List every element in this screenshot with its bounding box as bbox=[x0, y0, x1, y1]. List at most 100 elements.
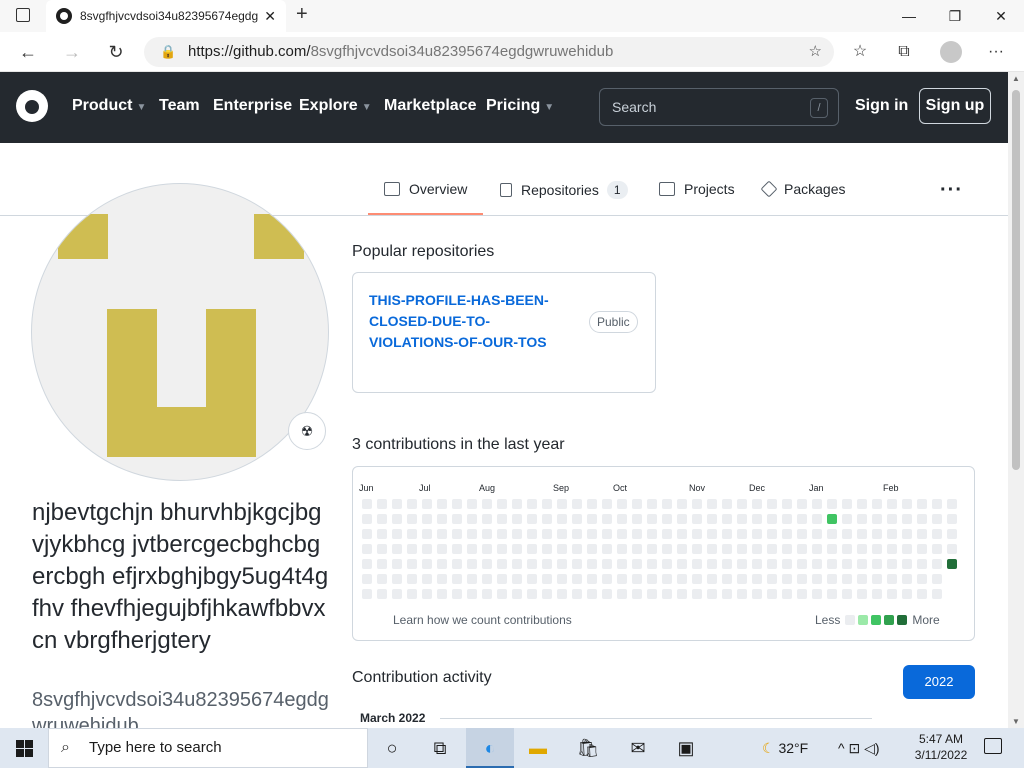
maximize-button[interactable]: ❐ bbox=[932, 0, 978, 32]
repo-link[interactable]: THIS-PROFILE-HAS-BEEN-CLOSED-DUE-TO-VIOL… bbox=[369, 290, 579, 353]
contribution-day[interactable] bbox=[857, 529, 867, 539]
contribution-day[interactable] bbox=[767, 589, 777, 599]
contribution-day[interactable] bbox=[587, 589, 597, 599]
contribution-day[interactable] bbox=[737, 544, 747, 554]
contribution-day[interactable] bbox=[857, 514, 867, 524]
contribution-day[interactable] bbox=[467, 544, 477, 554]
contribution-day[interactable] bbox=[722, 559, 732, 569]
contribution-day[interactable] bbox=[557, 589, 567, 599]
sign-up-button[interactable]: Sign up bbox=[919, 88, 991, 124]
contribution-day[interactable] bbox=[737, 499, 747, 509]
contribution-day[interactable] bbox=[362, 559, 372, 569]
contribution-day[interactable] bbox=[857, 544, 867, 554]
contribution-day[interactable] bbox=[482, 514, 492, 524]
contribution-day[interactable] bbox=[722, 499, 732, 509]
contribution-day[interactable] bbox=[482, 529, 492, 539]
contribution-day[interactable] bbox=[917, 574, 927, 584]
contribution-day[interactable] bbox=[557, 559, 567, 569]
contribution-day[interactable] bbox=[827, 499, 837, 509]
contribution-day[interactable] bbox=[827, 559, 837, 569]
contribution-day[interactable] bbox=[872, 529, 882, 539]
contribution-day[interactable] bbox=[872, 589, 882, 599]
contribution-day[interactable] bbox=[617, 499, 627, 509]
contribution-day[interactable] bbox=[752, 544, 762, 554]
contribution-day[interactable] bbox=[947, 544, 957, 554]
contribution-day[interactable] bbox=[452, 499, 462, 509]
contribution-day[interactable] bbox=[872, 514, 882, 524]
nav-explore[interactable]: Explore ▼ bbox=[299, 97, 372, 115]
contribution-day[interactable] bbox=[692, 499, 702, 509]
nav-product[interactable]: Product ▼ bbox=[72, 97, 146, 115]
contribution-day[interactable] bbox=[632, 544, 642, 554]
contribution-day[interactable] bbox=[377, 559, 387, 569]
contribution-day[interactable] bbox=[497, 529, 507, 539]
contribution-day[interactable] bbox=[497, 559, 507, 569]
contribution-day[interactable] bbox=[887, 559, 897, 569]
contribution-day[interactable] bbox=[407, 544, 417, 554]
weather-widget[interactable]: ☾ 32°F bbox=[762, 728, 808, 768]
contribution-day[interactable] bbox=[437, 529, 447, 539]
contribution-day[interactable] bbox=[917, 544, 927, 554]
contribution-day[interactable] bbox=[362, 544, 372, 554]
contribution-day[interactable] bbox=[392, 514, 402, 524]
contribution-day[interactable] bbox=[467, 559, 477, 569]
contribution-day[interactable] bbox=[812, 499, 822, 509]
contribution-day[interactable] bbox=[767, 499, 777, 509]
contribution-day[interactable] bbox=[467, 514, 477, 524]
browser-profile-avatar[interactable] bbox=[940, 41, 962, 63]
contribution-day[interactable] bbox=[737, 514, 747, 524]
contribution-day[interactable] bbox=[542, 574, 552, 584]
contribution-day[interactable] bbox=[437, 514, 447, 524]
sign-in-link[interactable]: Sign in bbox=[855, 97, 908, 115]
github-logo-icon[interactable] bbox=[16, 90, 48, 122]
learn-contributions-link[interactable]: Learn how we count contributions bbox=[393, 613, 572, 627]
contribution-day[interactable] bbox=[527, 589, 537, 599]
contribution-day[interactable] bbox=[887, 514, 897, 524]
add-favorite-icon[interactable]: ☆ bbox=[809, 37, 822, 67]
nav-pricing[interactable]: Pricing ▼ bbox=[486, 97, 554, 115]
status-emoji-button[interactable]: ☢ bbox=[288, 412, 326, 450]
contribution-day[interactable] bbox=[377, 514, 387, 524]
contribution-day[interactable] bbox=[857, 574, 867, 584]
contribution-day[interactable] bbox=[407, 499, 417, 509]
contribution-day[interactable] bbox=[362, 514, 372, 524]
contribution-day[interactable] bbox=[782, 544, 792, 554]
contribution-day[interactable] bbox=[842, 544, 852, 554]
contribution-day[interactable] bbox=[797, 529, 807, 539]
contribution-day[interactable] bbox=[887, 499, 897, 509]
contribution-day[interactable] bbox=[782, 559, 792, 569]
contribution-day[interactable] bbox=[422, 514, 432, 524]
contribution-day[interactable] bbox=[602, 559, 612, 569]
contribution-day[interactable] bbox=[647, 559, 657, 569]
contribution-day[interactable] bbox=[797, 574, 807, 584]
contribution-day[interactable] bbox=[827, 544, 837, 554]
contribution-day[interactable] bbox=[692, 529, 702, 539]
contribution-day[interactable] bbox=[422, 544, 432, 554]
contribution-day[interactable] bbox=[377, 574, 387, 584]
contribution-day[interactable] bbox=[452, 529, 462, 539]
avatar[interactable] bbox=[31, 183, 329, 481]
contribution-day[interactable] bbox=[707, 544, 717, 554]
page-scrollbar[interactable]: ▲ ▼ bbox=[1008, 72, 1024, 728]
contribution-day[interactable] bbox=[452, 514, 462, 524]
contribution-day[interactable] bbox=[812, 589, 822, 599]
contribution-day[interactable] bbox=[512, 499, 522, 509]
contribution-day[interactable] bbox=[377, 589, 387, 599]
contribution-day[interactable] bbox=[767, 529, 777, 539]
system-clock[interactable]: 5:47 AM 3/11/2022 bbox=[906, 731, 976, 763]
contribution-day[interactable] bbox=[557, 499, 567, 509]
contribution-day[interactable] bbox=[722, 514, 732, 524]
contribution-day[interactable] bbox=[797, 499, 807, 509]
tab-actions-icon[interactable] bbox=[16, 8, 30, 22]
contribution-day[interactable] bbox=[392, 574, 402, 584]
contribution-day[interactable] bbox=[437, 499, 447, 509]
contribution-day[interactable] bbox=[362, 574, 372, 584]
contribution-day[interactable] bbox=[542, 514, 552, 524]
contribution-day[interactable] bbox=[647, 574, 657, 584]
contribution-day[interactable] bbox=[512, 529, 522, 539]
contribution-day[interactable] bbox=[572, 589, 582, 599]
contribution-day[interactable] bbox=[782, 499, 792, 509]
contribution-day[interactable] bbox=[947, 499, 957, 509]
browser-tab[interactable]: 8svgfhjvcvdsoi34u82395674egdgwruwehidub … bbox=[46, 0, 286, 32]
contribution-day[interactable] bbox=[527, 514, 537, 524]
